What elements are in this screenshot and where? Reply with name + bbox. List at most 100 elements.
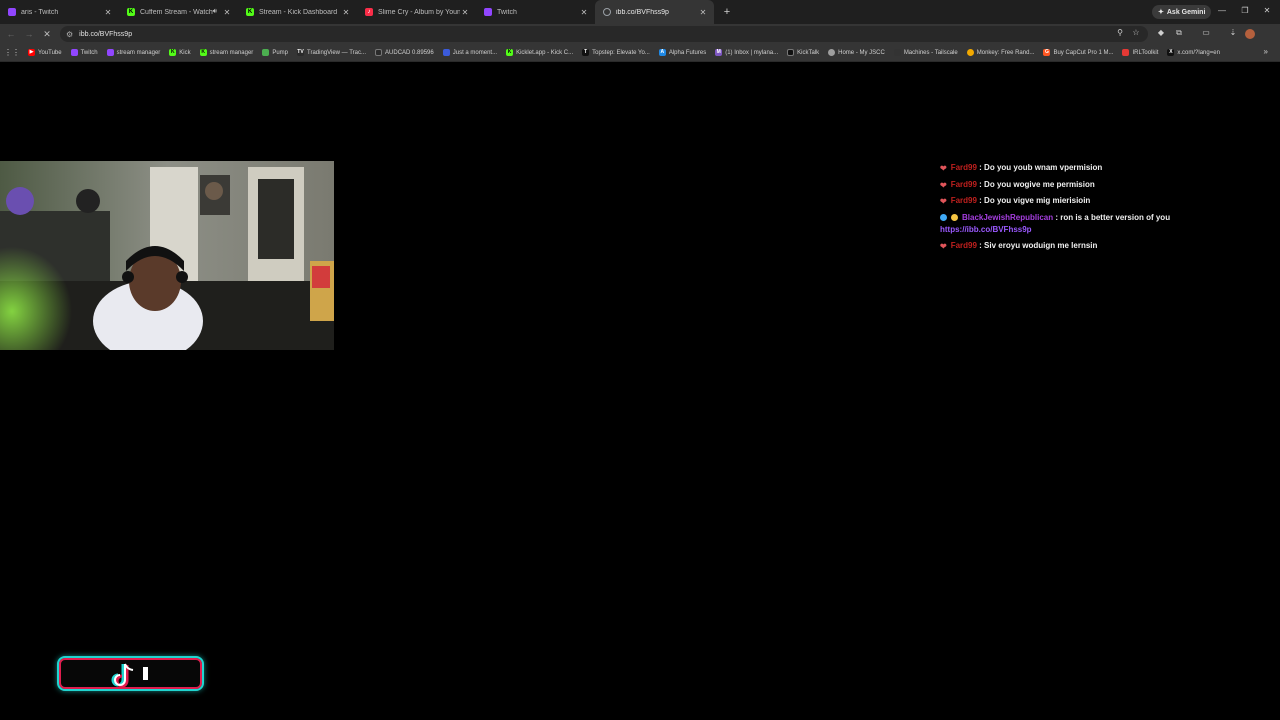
twitch-icon: [106, 49, 114, 56]
apps-grid-icon[interactable]: ⋮⋮: [4, 48, 20, 57]
close-tab-icon[interactable]: ✕: [579, 8, 589, 17]
bookmark-star-icon[interactable]: ☆: [1130, 28, 1142, 37]
bookmark-kicktalk[interactable]: KickTalk: [787, 49, 819, 56]
heart-badge-icon: ❤: [940, 242, 947, 251]
bookmark-alpha-futures[interactable]: A Alpha Futures: [658, 49, 706, 56]
bookmark-x[interactable]: Xx.com/?lang=en: [1167, 49, 1220, 56]
chat-username[interactable]: Fard99: [951, 241, 977, 250]
tab-strip: aris - Twitch ✕ K Cuffem Stream - Watch …: [0, 0, 1280, 24]
tiktok-icon: [111, 663, 148, 688]
site-info-icon[interactable]: ⚙: [66, 30, 73, 39]
irltoolkit-icon: [1122, 49, 1130, 56]
chat-text: : ron is a better version of you: [1055, 212, 1171, 222]
bookmark-inbox[interactable]: M (1) Inbox | mylana...: [715, 49, 778, 56]
tab-kick-cuffem[interactable]: K Cuffem Stream - Watch Liv 🔊︎ ✕: [119, 0, 238, 24]
chart-icon: [375, 49, 383, 56]
search-icon[interactable]: ⚲: [1114, 28, 1126, 37]
gemini-sparkle-icon: ✦: [1158, 9, 1164, 16]
twitch-icon: [70, 49, 78, 56]
chat-message: ❤ Fard99 : Do you vigve mig mierisioin: [940, 195, 1260, 207]
monkey-icon: [966, 49, 974, 56]
extension-icon[interactable]: ◆: [1155, 28, 1167, 37]
tailscale-icon: [893, 49, 901, 56]
profile-avatar[interactable]: [1245, 29, 1255, 39]
chat-username[interactable]: BlackJewishRepublican: [962, 213, 1053, 222]
close-tab-icon[interactable]: ✕: [103, 8, 113, 17]
tab-title: Stream - Kick Dashboard: [259, 8, 338, 16]
tab-twitch[interactable]: Twitch ✕: [476, 0, 595, 24]
more-bookmarks-icon[interactable]: »: [1264, 47, 1268, 56]
bookmark-stream-manager-twitch[interactable]: stream manager: [106, 49, 160, 56]
chat-username[interactable]: Fard99: [951, 180, 977, 189]
close-tab-icon[interactable]: ✕: [460, 8, 470, 17]
ask-gemini-button[interactable]: ✦ Ask Gemini: [1152, 5, 1212, 19]
tradingview-icon: TV: [297, 49, 304, 56]
chat-overlay: ❤ Fard99 : Do you youb wnam vpermision ❤ F…: [940, 162, 1260, 257]
tab-title: Twitch: [497, 8, 517, 16]
globe-badge-icon: [940, 213, 947, 221]
side-panel-icon[interactable]: ▭: [1200, 28, 1212, 37]
bookmark-irltoolkit[interactable]: IRLToolkit: [1122, 49, 1158, 56]
globe-icon: [828, 49, 836, 56]
close-tab-icon[interactable]: ✕: [698, 8, 708, 17]
chat-username[interactable]: Fard99: [951, 163, 977, 172]
kick-icon: K: [246, 8, 254, 16]
browser-toolbar: ← → ✕ ⚙ ibb.co/BVFhss9p: [0, 24, 1280, 44]
loading-icon: [603, 8, 611, 16]
kicklet-icon: K: [506, 49, 514, 56]
bookmark-tradingview[interactable]: TV TradingView — Trac...: [297, 49, 366, 56]
tiktok-overlay: [57, 656, 204, 691]
webcam-feed: [0, 161, 334, 350]
bookmark-jscc[interactable]: Home - My JSCC: [828, 49, 885, 56]
cloud-icon: [442, 49, 450, 56]
tab-apple-music[interactable]: ♪ Slime Cry - Album by Young& ✕: [357, 0, 476, 24]
alpha-icon: A: [658, 49, 666, 56]
tab-ibb-active[interactable]: ibb.co/BVFhss9p ✕: [595, 0, 714, 24]
tab-kick-dashboard[interactable]: K Stream - Kick Dashboard ✕: [238, 0, 357, 24]
bookmark-stream-manager-kick[interactable]: Kstream manager: [199, 49, 253, 56]
bookmark-topstep[interactable]: T Topstep: Elevate Yo...: [582, 49, 650, 56]
tab-title: aris - Twitch: [21, 8, 59, 16]
bookmark-kicklet[interactable]: K Kicklet.app - Kick C...: [506, 49, 573, 56]
bookmark-just-a-moment[interactable]: Just a moment...: [442, 49, 497, 56]
x-icon: X: [1167, 49, 1175, 56]
minimize-icon[interactable]: —: [1215, 6, 1229, 15]
kick-icon: K: [127, 8, 135, 16]
chat-text: : Do you vigve mig mierisioin: [979, 196, 1091, 205]
back-icon[interactable]: ←: [2, 29, 20, 39]
restore-icon[interactable]: ❐: [1238, 6, 1252, 15]
kicktalk-icon: [787, 49, 795, 56]
bookmark-pump[interactable]: Pump: [262, 49, 288, 56]
address-bar[interactable]: ⚙ ibb.co/BVFhss9p: [60, 26, 1148, 42]
tab-twitch-aris[interactable]: aris - Twitch ✕: [0, 0, 119, 24]
forward-icon[interactable]: →: [20, 29, 38, 39]
close-tab-icon[interactable]: ✕: [222, 8, 232, 17]
heart-badge-icon: ❤: [940, 180, 947, 190]
close-window-icon[interactable]: ✕: [1260, 6, 1274, 15]
chat-text: : Siv eroyu woduign me lernsin: [979, 241, 1098, 250]
bookmark-audcad[interactable]: AUDCAD 0.89596: [375, 49, 434, 56]
heart-badge-icon: ❤: [940, 164, 947, 173]
kick-icon: K: [169, 49, 177, 56]
bookmark-youtube[interactable]: ▶ YouTube: [28, 49, 62, 56]
close-tab-icon[interactable]: ✕: [341, 8, 351, 17]
chat-text: : Do you wogive me permision: [979, 179, 1095, 189]
chat-username[interactable]: Fard99: [951, 196, 977, 205]
bookmark-monkey[interactable]: Monkey: Free Rand...: [966, 49, 1034, 56]
chat-message: BlackJewishRepublican : ron is a better …: [940, 212, 1260, 236]
tab-title: ibb.co/BVFhss9p: [616, 8, 669, 16]
new-tab-button[interactable]: +: [718, 6, 736, 18]
bookmark-kick[interactable]: K Kick: [169, 49, 191, 56]
pump-icon: [262, 49, 270, 56]
bookmark-capcut[interactable]: G Buy CapCut Pro 1 M...: [1043, 49, 1113, 56]
chat-message: ❤ Fard99 : Siv eroyu woduign me lernsin: [940, 240, 1260, 252]
extensions-puzzle-icon[interactable]: ⧉: [1173, 28, 1185, 38]
youtube-icon: ▶: [28, 49, 35, 56]
bookmark-twitch[interactable]: Twitch: [70, 49, 98, 56]
speaker-icon[interactable]: 🔊︎: [213, 8, 217, 16]
chat-message: ❤ Fard99 : Do you youb wnam vpermision: [940, 162, 1260, 174]
bookmark-tailscale[interactable]: Machines - Tailscale: [893, 49, 958, 56]
stop-loading-icon[interactable]: ✕: [38, 29, 56, 40]
downloads-icon[interactable]: ⇣: [1227, 28, 1239, 37]
chat-link[interactable]: https://ibb.co/BVFhss9p: [940, 224, 1260, 236]
